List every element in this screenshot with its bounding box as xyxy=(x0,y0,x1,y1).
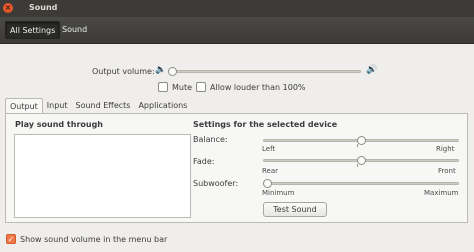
subwoofer-handle[interactable] xyxy=(263,179,272,188)
balance-label: Balance: xyxy=(193,135,228,144)
window-title: Sound xyxy=(29,3,58,12)
output-volume-slider[interactable] xyxy=(168,70,361,73)
output-volume-label: Output volume: xyxy=(92,67,155,76)
subwoofer-slider[interactable] xyxy=(263,182,459,185)
allow-louder-checkbox[interactable] xyxy=(196,82,206,92)
test-sound-button[interactable]: Test Sound xyxy=(263,202,327,217)
balance-left-label: Left xyxy=(262,145,276,153)
output-volume-row: Output volume: 🔈 🔊 xyxy=(0,65,474,79)
allow-louder-checkbox-row[interactable]: Allow louder than 100% xyxy=(196,81,306,93)
fade-center-tick xyxy=(357,164,358,167)
allow-louder-label: Allow louder than 100% xyxy=(210,82,306,92)
device-settings-heading: Settings for the selected device xyxy=(193,120,338,129)
output-panel: Play sound through Settings for the sele… xyxy=(5,113,468,223)
fade-handle[interactable] xyxy=(356,156,366,165)
sound-tabs: Output Input Sound Effects Applications xyxy=(5,98,191,114)
toolbar: All Settings Sound xyxy=(0,17,474,44)
show-in-menu-bar-row[interactable]: ✓ Show sound volume in the menu bar xyxy=(6,233,167,245)
subwoofer-maximum-label: Maximum xyxy=(424,189,459,197)
mute-checkbox[interactable] xyxy=(158,82,168,92)
output-device-list[interactable] xyxy=(14,134,191,218)
mute-label: Mute xyxy=(172,82,193,92)
output-volume-handle[interactable] xyxy=(168,67,177,76)
subwoofer-label: Subwoofer: xyxy=(193,179,239,188)
speaker-high-icon: 🔊 xyxy=(366,65,378,75)
fade-front-label: Front xyxy=(438,167,456,175)
tab-output[interactable]: Output xyxy=(5,98,43,114)
sound-breadcrumb-button[interactable]: Sound xyxy=(58,21,91,39)
balance-center-tick xyxy=(357,144,358,147)
subwoofer-minimum-label: Minimum xyxy=(262,189,295,197)
fade-rear-label: Rear xyxy=(262,167,279,175)
mute-checkbox-row[interactable]: Mute xyxy=(158,81,192,93)
window-titlebar: × Sound xyxy=(0,0,474,17)
balance-right-label: Right xyxy=(436,145,455,153)
play-sound-through-label: Play sound through xyxy=(15,120,103,129)
tab-input[interactable]: Input xyxy=(43,98,72,114)
show-in-menu-bar-checkbox[interactable]: ✓ xyxy=(6,234,16,244)
close-window-button[interactable]: × xyxy=(3,3,13,13)
show-in-menu-bar-label: Show sound volume in the menu bar xyxy=(20,234,168,244)
fade-label: Fade: xyxy=(193,157,215,166)
all-settings-button[interactable]: All Settings xyxy=(5,21,61,39)
speaker-low-icon: 🔈 xyxy=(155,65,167,75)
balance-handle[interactable] xyxy=(356,136,366,145)
tab-applications[interactable]: Applications xyxy=(134,98,191,114)
tab-sound-effects[interactable]: Sound Effects xyxy=(72,98,135,114)
